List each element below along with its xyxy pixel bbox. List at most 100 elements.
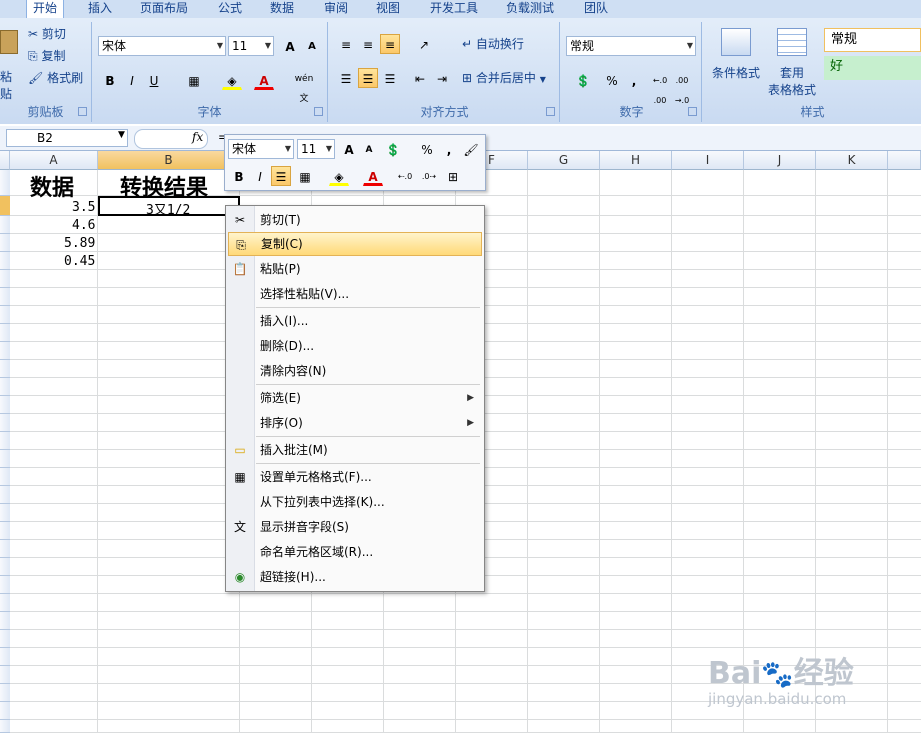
row-header[interactable]	[0, 216, 10, 234]
tab-load-test[interactable]: 负载测试	[506, 0, 554, 18]
font-size-combo[interactable]: 11 ▼	[228, 36, 274, 56]
mini-center-button[interactable]: ☰	[271, 166, 291, 186]
column-header-j[interactable]: J	[744, 151, 816, 170]
align-bottom-button[interactable]: ≡	[380, 34, 400, 54]
row-header[interactable]	[0, 378, 10, 396]
row-header[interactable]	[0, 540, 10, 558]
column-header-b[interactable]: B	[98, 151, 240, 170]
italic-button[interactable]: I	[122, 70, 142, 90]
row-header[interactable]	[0, 720, 10, 733]
cell-a5[interactable]: 0.45	[64, 254, 95, 269]
percent-button[interactable]: %	[602, 70, 622, 90]
select-all-corner[interactable]	[0, 151, 10, 170]
wrap-text-button[interactable]: ↵ 自动换行	[462, 34, 524, 54]
chevron-down-icon[interactable]: ▼	[118, 130, 125, 140]
mini-font-color-button[interactable]: A	[363, 166, 383, 186]
mini-comma-button[interactable]: ,	[439, 139, 459, 159]
mini-italic-button[interactable]: I	[250, 166, 270, 186]
row-header[interactable]	[0, 170, 10, 196]
menu-item-insert[interactable]: 插入(I)...	[228, 309, 482, 333]
comma-button[interactable]: ,	[624, 70, 644, 90]
currency-button[interactable]: 💲	[568, 70, 598, 90]
align-left-button[interactable]: ☰	[336, 68, 356, 88]
tab-review[interactable]: 审阅	[324, 0, 348, 18]
tab-data[interactable]: 数据	[270, 0, 294, 18]
row-header[interactable]	[0, 342, 10, 360]
row-header[interactable]	[0, 196, 10, 216]
phonetic-button[interactable]: wén文	[290, 68, 318, 104]
column-header-g[interactable]: G	[528, 151, 600, 170]
align-center-button[interactable]: ☰	[358, 68, 378, 88]
row-header[interactable]	[0, 504, 10, 522]
tab-formulas[interactable]: 公式	[218, 0, 242, 18]
menu-item-filter[interactable]: 筛选(E) ▶	[228, 386, 482, 410]
row-header[interactable]	[0, 396, 10, 414]
mini-border-button[interactable]: ▦	[295, 166, 315, 186]
cell-a3[interactable]: 4.6	[72, 218, 95, 233]
cut-button[interactable]: ✂ 剪切	[28, 24, 66, 44]
column-header-i[interactable]: I	[672, 151, 744, 170]
cell-a1[interactable]: 数据	[30, 170, 74, 202]
mini-shrink-font-button[interactable]: A	[359, 139, 379, 159]
increase-decimal-button[interactable]: ←.0 .00	[650, 70, 670, 105]
row-header[interactable]	[0, 306, 10, 324]
mini-increase-decimal-button[interactable]: ⇠.0	[395, 166, 415, 186]
mini-format-painter-button[interactable]: 🖌	[461, 139, 481, 159]
cell-a2[interactable]: 3.5	[72, 200, 95, 215]
format-as-table-button[interactable]: 套用 表格格式	[762, 28, 822, 98]
row-header[interactable]	[0, 234, 10, 252]
mini-font-combo[interactable]: 宋体 ▼	[228, 139, 294, 159]
clipboard-launcher-icon[interactable]	[78, 107, 87, 116]
row-header[interactable]	[0, 702, 10, 720]
row-header[interactable]	[0, 684, 10, 702]
menu-item-paste[interactable]: 📋 粘贴(P)	[228, 257, 482, 281]
increase-indent-button[interactable]: ⇥	[432, 68, 452, 88]
insert-function-icon[interactable]: fx	[192, 130, 203, 144]
column-header-l[interactable]	[888, 151, 921, 170]
row-header[interactable]	[0, 666, 10, 684]
menu-item-delete[interactable]: 删除(D)...	[228, 334, 482, 358]
row-header[interactable]	[0, 270, 10, 288]
cell-a4[interactable]: 5.89	[64, 236, 95, 251]
row-header[interactable]	[0, 576, 10, 594]
menu-item-cut[interactable]: ✂ 剪切(T)	[228, 208, 482, 232]
row-header[interactable]	[0, 630, 10, 648]
underline-button[interactable]: U	[144, 70, 164, 90]
menu-item-pick-from-list[interactable]: 从下拉列表中选择(K)...	[228, 490, 482, 514]
row-header[interactable]	[0, 450, 10, 468]
mini-size-combo[interactable]: 11 ▼	[297, 139, 335, 159]
merge-center-button[interactable]: ⊞ 合并后居中 ▼	[462, 68, 546, 88]
tab-page-layout[interactable]: 页面布局	[140, 0, 188, 18]
tab-developer[interactable]: 开发工具	[430, 0, 478, 18]
mini-merge-button[interactable]: ⊞	[443, 166, 463, 186]
shrink-font-button[interactable]: A	[302, 36, 322, 56]
menu-item-copy[interactable]: ⎘ 复制(C)	[228, 232, 482, 256]
number-format-combo[interactable]: 常规 ▼	[566, 36, 696, 56]
align-middle-button[interactable]: ≡	[358, 34, 378, 54]
row-header[interactable]	[0, 594, 10, 612]
row-header[interactable]	[0, 252, 10, 270]
row-header[interactable]	[0, 486, 10, 504]
row-header[interactable]	[0, 432, 10, 450]
mini-currency-button[interactable]: 💲	[383, 139, 403, 159]
tab-home[interactable]: 开始	[26, 0, 65, 20]
tab-insert[interactable]: 插入	[88, 0, 112, 18]
row-header[interactable]	[0, 360, 10, 378]
menu-item-clear-contents[interactable]: 清除内容(N)	[228, 359, 482, 383]
menu-item-name-range[interactable]: 命名单元格区域(R)...	[228, 540, 482, 564]
row-header[interactable]	[0, 468, 10, 486]
bold-button[interactable]: B	[100, 70, 120, 90]
fill-color-button[interactable]: ◈	[222, 70, 242, 90]
paste-button[interactable]: 粘贴	[0, 28, 20, 101]
font-name-combo[interactable]: 宋体 ▼	[98, 36, 226, 56]
copy-button[interactable]: ⎘ 复制	[28, 46, 65, 66]
menu-item-paste-special[interactable]: 选择性粘贴(V)...	[228, 282, 482, 306]
align-right-button[interactable]: ☰	[380, 68, 400, 88]
tab-team[interactable]: 团队	[584, 0, 608, 18]
row-header[interactable]	[0, 288, 10, 306]
decrease-indent-button[interactable]: ⇤	[410, 68, 430, 88]
border-button[interactable]: ▦	[184, 70, 204, 90]
row-header[interactable]	[0, 522, 10, 540]
menu-item-insert-comment[interactable]: ▭ 插入批注(M)	[228, 438, 482, 462]
menu-item-format-cells[interactable]: ▦ 设置单元格格式(F)...	[228, 465, 482, 489]
